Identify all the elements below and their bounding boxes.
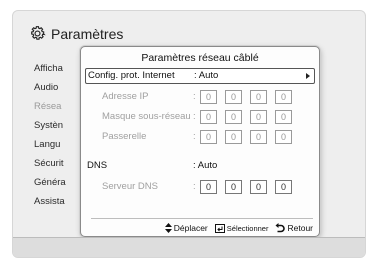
up-down-arrows-icon — [164, 223, 172, 233]
gateway-colon: : — [193, 131, 196, 142]
dns-server-label: Serveur DNS — [102, 181, 158, 192]
gateway-octet-3[interactable]: 0 — [250, 130, 267, 144]
ip-address-colon: : — [193, 91, 196, 102]
page-title: Paramètres — [29, 25, 123, 42]
subnet-mask-colon: : — [193, 111, 196, 122]
ip-octet-1[interactable]: 0 — [200, 90, 217, 104]
ip-octet-2[interactable]: 0 — [225, 90, 242, 104]
dns-server-colon: : — [193, 181, 196, 192]
return-icon — [275, 223, 286, 233]
dns-octet-3[interactable]: 0 — [250, 180, 267, 194]
gateway-octet-1[interactable]: 0 — [200, 130, 217, 144]
select-hint-label: Sélectionner — [226, 223, 269, 233]
mask-octet-3[interactable]: 0 — [250, 110, 267, 124]
ip-address-label: Adresse IP — [102, 91, 149, 102]
ip-octet-4[interactable]: 0 — [275, 90, 292, 104]
back-hint: Retour — [275, 223, 313, 233]
arrow-right-icon — [306, 73, 310, 79]
select-hint: Sélectionner — [214, 223, 269, 233]
move-hint-label: Déplacer — [173, 223, 208, 233]
wired-network-dialog: Paramètres réseau câblé Config. prot. In… — [80, 46, 320, 237]
move-hint: Déplacer — [164, 223, 208, 233]
screen-bottom-bar — [13, 237, 365, 257]
dns-octet-2[interactable]: 0 — [225, 180, 242, 194]
enter-icon — [214, 223, 225, 233]
dns-value: : Auto — [193, 160, 218, 171]
dns-octet-1[interactable]: 0 — [200, 180, 217, 194]
dns-octet-4[interactable]: 0 — [275, 180, 292, 194]
gateway-octet-4[interactable]: 0 — [275, 130, 292, 144]
config-protocol-row[interactable]: Config. prot. Internet : Auto — [85, 68, 315, 84]
gateway-octet-2[interactable]: 0 — [225, 130, 242, 144]
dialog-title: Paramètres réseau câblé — [141, 52, 259, 64]
mask-octet-2[interactable]: 0 — [225, 110, 242, 124]
mask-octet-4[interactable]: 0 — [275, 110, 292, 124]
subnet-mask-label: Masque sous-réseau — [102, 111, 191, 122]
config-protocol-label: Config. prot. Internet — [88, 70, 175, 81]
page-title-text: Paramètres — [51, 25, 124, 42]
tv-settings-screen: Paramètres Afficha Audio Résea Systèn La… — [12, 10, 366, 258]
gateway-label: Passerelle — [102, 131, 147, 142]
gear-icon — [31, 26, 46, 40]
button-hints: Déplacer Sélectionner Retour — [81, 222, 313, 234]
ip-octet-3[interactable]: 0 — [250, 90, 267, 104]
dns-label: DNS — [87, 160, 108, 171]
mask-octet-1[interactable]: 0 — [200, 110, 217, 124]
config-protocol-value: : Auto — [194, 70, 219, 81]
back-hint-label: Retour — [287, 223, 313, 233]
footer-divider — [91, 218, 313, 219]
